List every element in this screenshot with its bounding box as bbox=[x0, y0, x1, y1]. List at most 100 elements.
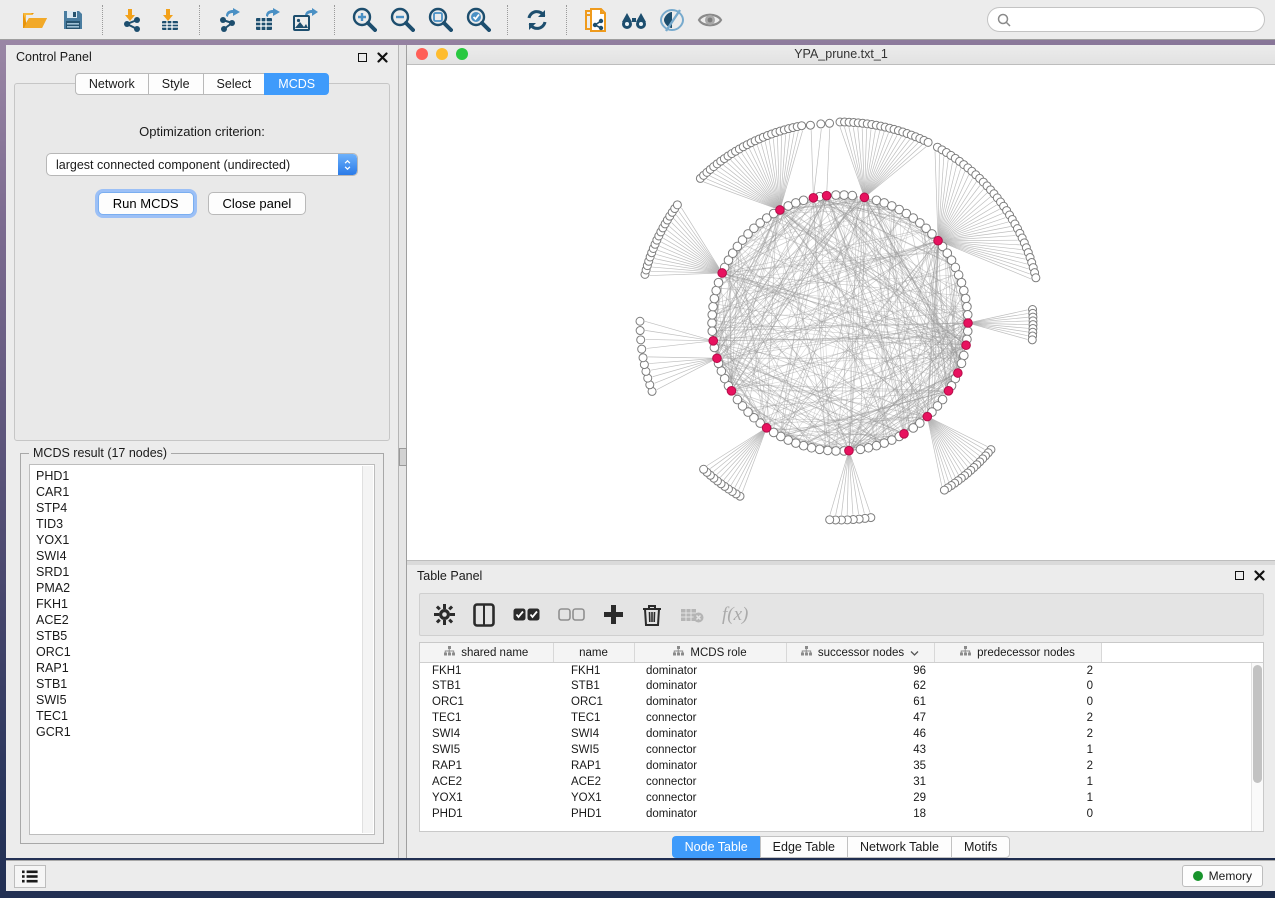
network-node[interactable] bbox=[708, 319, 717, 328]
network-node[interactable] bbox=[963, 310, 972, 319]
result-item[interactable]: ORC1 bbox=[36, 644, 374, 660]
zoom-selected-icon[interactable] bbox=[461, 4, 495, 36]
network-node[interactable] bbox=[826, 516, 834, 524]
result-item[interactable]: GCR1 bbox=[36, 724, 374, 740]
run-mcds-button[interactable]: Run MCDS bbox=[98, 192, 194, 215]
result-item[interactable]: ACE2 bbox=[36, 612, 374, 628]
mcds-node[interactable] bbox=[934, 236, 943, 245]
close-panel-icon[interactable] bbox=[377, 52, 388, 63]
result-item[interactable]: STP4 bbox=[36, 500, 374, 516]
mcds-node[interactable] bbox=[776, 206, 785, 215]
table-row[interactable]: ACE2ACE2connector311 bbox=[420, 774, 1263, 790]
result-item[interactable]: CAR1 bbox=[36, 484, 374, 500]
mcds-node[interactable] bbox=[845, 446, 854, 455]
mcds-node[interactable] bbox=[718, 269, 727, 278]
table-row[interactable]: YOX1YOX1connector291 bbox=[420, 790, 1263, 806]
network-node[interactable] bbox=[823, 446, 832, 455]
table-row[interactable]: STB1STB1dominator620 bbox=[420, 678, 1263, 694]
mcds-result-list[interactable]: PHD1CAR1STP4TID3YOX1SWI4SRD1PMA2FKH1ACE2… bbox=[29, 464, 375, 835]
network-node[interactable] bbox=[928, 230, 937, 239]
open-file-icon[interactable] bbox=[18, 4, 52, 36]
table-row[interactable]: SWI4SWI4dominator462 bbox=[420, 726, 1263, 742]
result-item[interactable]: STB5 bbox=[36, 628, 374, 644]
mcds-node[interactable] bbox=[900, 430, 909, 439]
table-scrollbar[interactable] bbox=[1251, 663, 1263, 831]
table-row[interactable]: PHD1PHD1dominator180 bbox=[420, 806, 1263, 822]
mcds-node[interactable] bbox=[762, 424, 771, 433]
network-node[interactable] bbox=[806, 121, 814, 129]
network-node[interactable] bbox=[638, 345, 646, 353]
settings-gear-icon[interactable] bbox=[434, 604, 455, 625]
network-node[interactable] bbox=[832, 191, 841, 200]
network-window-titlebar[interactable]: YPA_prune.txt_1 bbox=[407, 45, 1275, 65]
result-item[interactable]: TID3 bbox=[36, 516, 374, 532]
result-item[interactable]: YOX1 bbox=[36, 532, 374, 548]
network-node[interactable] bbox=[909, 424, 918, 433]
network-node[interactable] bbox=[639, 354, 647, 362]
deselect-all-checkboxes-icon[interactable] bbox=[558, 608, 585, 621]
network-node[interactable] bbox=[864, 443, 873, 452]
add-column-icon[interactable] bbox=[603, 604, 624, 625]
column-header-shared-name[interactable]: shared name bbox=[420, 643, 553, 662]
result-item[interactable]: SWI4 bbox=[36, 548, 374, 564]
result-item[interactable]: PHD1 bbox=[36, 468, 374, 484]
network-node[interactable] bbox=[826, 119, 834, 127]
float-panel-icon[interactable] bbox=[357, 52, 368, 63]
network-node[interactable] bbox=[856, 445, 865, 454]
network-node[interactable] bbox=[637, 336, 645, 344]
table-row[interactable]: SWI5SWI5connector431 bbox=[420, 742, 1263, 758]
result-list-scrollbar[interactable] bbox=[362, 466, 373, 833]
result-item[interactable]: FKH1 bbox=[36, 596, 374, 612]
network-view-canvas[interactable] bbox=[407, 65, 1275, 560]
result-item[interactable]: SRD1 bbox=[36, 564, 374, 580]
network-node[interactable] bbox=[1028, 336, 1036, 344]
memory-button[interactable]: Memory bbox=[1182, 865, 1263, 887]
split-pane-divider[interactable] bbox=[399, 45, 407, 858]
tab-select[interactable]: Select bbox=[203, 73, 265, 95]
network-node[interactable] bbox=[807, 443, 816, 452]
network-node[interactable] bbox=[708, 310, 717, 319]
network-node[interactable] bbox=[798, 122, 806, 130]
tab-mcds[interactable]: MCDS bbox=[264, 73, 329, 95]
column-header-successor-nodes[interactable]: successor nodes bbox=[786, 643, 934, 662]
zoom-out-icon[interactable] bbox=[385, 4, 419, 36]
network-node[interactable] bbox=[714, 278, 723, 287]
search-field[interactable] bbox=[987, 7, 1265, 32]
export-image-icon[interactable] bbox=[288, 4, 322, 36]
result-item[interactable]: PMA2 bbox=[36, 580, 374, 596]
table-scrollbar-thumb[interactable] bbox=[1253, 665, 1262, 783]
mcds-node[interactable] bbox=[822, 191, 831, 200]
mcds-node[interactable] bbox=[923, 412, 932, 421]
result-item[interactable]: TEC1 bbox=[36, 708, 374, 724]
mcds-node[interactable] bbox=[713, 354, 722, 363]
result-item[interactable]: SWI5 bbox=[36, 692, 374, 708]
export-network-icon[interactable] bbox=[212, 4, 246, 36]
refresh-icon[interactable] bbox=[520, 4, 554, 36]
result-item[interactable]: RAP1 bbox=[36, 660, 374, 676]
mcds-node[interactable] bbox=[954, 369, 963, 378]
select-all-checkboxes-icon[interactable] bbox=[513, 608, 540, 621]
tab-edge-table[interactable]: Edge Table bbox=[760, 836, 847, 858]
float-table-panel-icon[interactable] bbox=[1234, 570, 1245, 581]
tab-style[interactable]: Style bbox=[148, 73, 203, 95]
table-row[interactable]: RAP1RAP1dominator352 bbox=[420, 758, 1263, 774]
share-document-icon[interactable] bbox=[579, 4, 613, 36]
network-node[interactable] bbox=[872, 441, 881, 450]
style-details-icon[interactable] bbox=[655, 4, 689, 36]
close-table-panel-icon[interactable] bbox=[1254, 570, 1265, 581]
column-layout-icon[interactable] bbox=[473, 603, 495, 627]
network-node[interactable] bbox=[961, 294, 970, 303]
network-node[interactable] bbox=[840, 191, 849, 200]
zoom-in-icon[interactable] bbox=[347, 4, 381, 36]
network-node[interactable] bbox=[957, 359, 966, 368]
network-node[interactable] bbox=[1032, 274, 1040, 282]
mcds-node[interactable] bbox=[709, 336, 718, 345]
search-binoculars-icon[interactable] bbox=[617, 4, 651, 36]
close-panel-button[interactable]: Close panel bbox=[208, 192, 307, 215]
tab-node-table[interactable]: Node Table bbox=[672, 836, 760, 858]
show-graphics-eye-icon[interactable] bbox=[693, 4, 727, 36]
tab-network-table[interactable]: Network Table bbox=[847, 836, 951, 858]
import-network-icon[interactable] bbox=[115, 4, 149, 36]
zoom-fit-icon[interactable] bbox=[423, 4, 457, 36]
network-node[interactable] bbox=[700, 465, 708, 473]
